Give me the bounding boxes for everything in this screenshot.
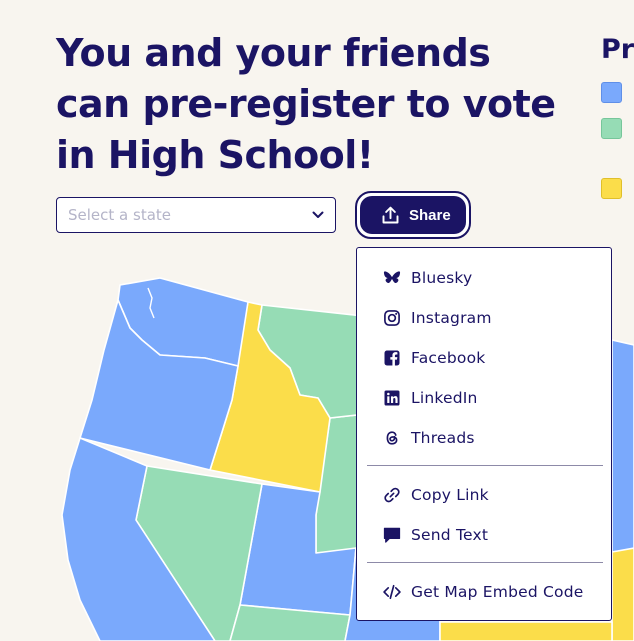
share-menu-label: LinkedIn: [411, 389, 478, 407]
share-menu-label: Copy Link: [411, 486, 489, 504]
chat-bubble-icon: [381, 524, 403, 546]
share-threads[interactable]: Threads: [381, 423, 607, 453]
legend-swatch-yellow: [601, 178, 622, 199]
share-linkedin[interactable]: LinkedIn: [381, 383, 607, 413]
share-embed-code[interactable]: Get Map Embed Code: [381, 577, 607, 607]
legend-swatch-blue: [601, 82, 622, 103]
state-right-yellow[interactable]: [611, 547, 634, 641]
share-menu: Bluesky Instagram Facebook LinkedIn Thre…: [356, 247, 612, 621]
link-icon: [381, 484, 403, 506]
share-button-label: Share: [409, 206, 451, 224]
threads-icon: [381, 427, 403, 449]
chevron-down-icon[interactable]: [309, 206, 327, 224]
page-title: You and your friends can pre-register to…: [56, 31, 556, 177]
share-menu-label: Threads: [411, 429, 475, 447]
share-menu-label: Get Map Embed Code: [411, 583, 584, 601]
share-menu-label: Bluesky: [411, 269, 473, 287]
state-bottom-yellow[interactable]: [439, 621, 613, 641]
share-upload-icon: [382, 206, 399, 223]
menu-divider: [367, 465, 603, 466]
facebook-icon: [381, 347, 403, 369]
share-facebook[interactable]: Facebook: [381, 343, 607, 373]
share-menu-label: Send Text: [411, 526, 489, 544]
code-icon: [381, 581, 403, 603]
linkedin-icon: [381, 387, 403, 409]
share-send-text[interactable]: Send Text: [381, 520, 607, 550]
legend-title: Pr: [601, 34, 634, 65]
share-instagram[interactable]: Instagram: [381, 303, 607, 333]
share-button[interactable]: Share: [355, 191, 471, 239]
instagram-icon: [381, 307, 403, 329]
share-menu-label: Instagram: [411, 309, 492, 327]
legend-swatch-green: [601, 118, 622, 139]
bluesky-icon: [381, 267, 403, 289]
state-select[interactable]: [56, 197, 336, 233]
state-right-blue[interactable]: [611, 339, 634, 561]
share-bluesky[interactable]: Bluesky: [381, 263, 607, 293]
share-menu-label: Facebook: [411, 349, 486, 367]
menu-divider: [367, 562, 603, 563]
share-copy-link[interactable]: Copy Link: [381, 480, 607, 510]
